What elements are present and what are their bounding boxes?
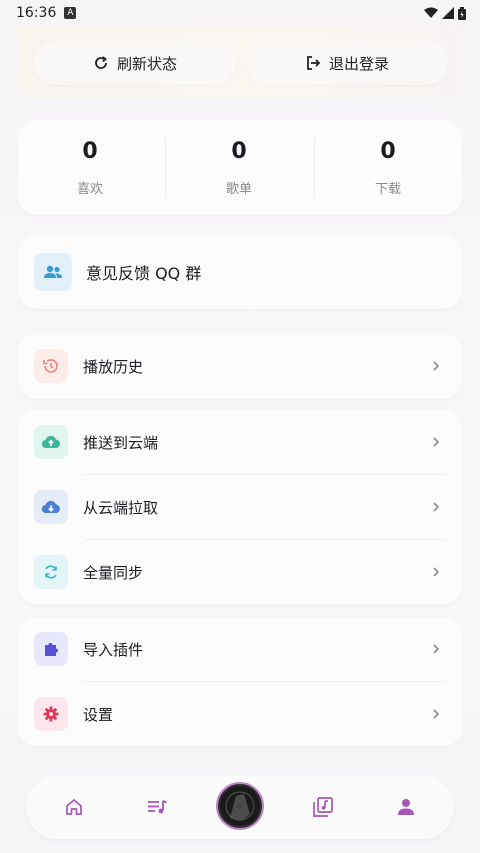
chevron-right-icon [433, 567, 440, 577]
gear-icon [34, 697, 68, 731]
settings-row[interactable]: 设置 [18, 682, 462, 746]
history-card: 播放历史 [18, 333, 462, 399]
import-plugin-row[interactable]: 导入插件 [18, 617, 462, 681]
history-icon [34, 349, 68, 383]
stat-divider [165, 138, 166, 196]
nav-profile[interactable] [394, 795, 418, 819]
nav-library[interactable] [311, 795, 335, 819]
import-plugin-label: 导入插件 [83, 640, 144, 659]
feedback-card[interactable]: 意见反馈 QQ 群 [18, 235, 462, 309]
stat-label: 下载 [374, 182, 401, 197]
logout-icon [307, 56, 321, 70]
now-playing-disc[interactable] [216, 782, 264, 830]
refresh-icon [95, 56, 107, 69]
playlist-icon [148, 800, 167, 814]
stat-divider [314, 138, 315, 196]
push-to-cloud-label: 推送到云端 [83, 433, 159, 452]
settings-label: 设置 [83, 705, 114, 724]
stat-value: 0 [82, 139, 98, 164]
chevron-right-icon [433, 709, 440, 719]
notification-badge-icon: A [64, 7, 77, 19]
sync-icon [34, 555, 68, 589]
feedback-label: 意见反馈 QQ 群 [86, 264, 202, 283]
bottom-navigation [26, 775, 454, 839]
refresh-status-label: 刷新状态 [116, 54, 177, 73]
chevron-right-icon [433, 644, 440, 654]
chevron-right-icon [433, 437, 440, 447]
full-sync-row[interactable]: 全量同步 [18, 540, 462, 604]
pull-from-cloud-row[interactable]: 从云端拉取 [18, 475, 462, 539]
stat-likes[interactable]: 0 喜欢 [24, 138, 156, 200]
cloud-upload-icon [34, 425, 68, 459]
nav-home[interactable] [62, 795, 86, 819]
logout-label: 退出登录 [328, 54, 389, 73]
stat-playlists[interactable]: 0 歌单 [173, 138, 305, 200]
disc-icon [220, 786, 260, 826]
history-label: 播放历史 [83, 357, 144, 376]
feedback-row[interactable]: 意见反馈 QQ 群 [18, 239, 462, 305]
status-time: 16:36 [16, 5, 57, 21]
wifi-icon [424, 7, 438, 18]
stat-label: 喜欢 [76, 182, 103, 197]
refresh-status-button[interactable]: 刷新状态 [34, 41, 236, 85]
push-to-cloud-row[interactable]: 推送到云端 [18, 410, 462, 474]
stat-label: 歌单 [225, 182, 252, 197]
chevron-right-icon [433, 361, 440, 371]
stats-card: 0 喜欢 0 歌单 0 下载 [18, 120, 462, 215]
cloud-download-icon [34, 490, 68, 524]
tools-card: 导入插件 设置 [18, 617, 462, 746]
stat-value: 0 [380, 139, 396, 164]
signal-icon [442, 7, 454, 19]
person-icon [398, 799, 414, 815]
status-bar: 16:36 A [0, 0, 480, 26]
stat-downloads[interactable]: 0 下载 [322, 138, 454, 200]
chevron-right-icon [433, 502, 440, 512]
logout-button[interactable]: 退出登录 [246, 41, 448, 85]
nav-playlist[interactable] [145, 795, 169, 819]
cloud-sync-card: 推送到云端 从云端拉取 全量同步 [18, 410, 462, 604]
battery-icon [458, 6, 466, 20]
full-sync-label: 全量同步 [83, 563, 144, 582]
stat-value: 0 [231, 139, 247, 164]
puzzle-icon [34, 632, 68, 666]
group-icon [34, 253, 72, 291]
music-library-icon [313, 797, 333, 817]
home-icon [66, 799, 82, 815]
pull-from-cloud-label: 从云端拉取 [83, 498, 159, 517]
history-row[interactable]: 播放历史 [18, 334, 462, 398]
